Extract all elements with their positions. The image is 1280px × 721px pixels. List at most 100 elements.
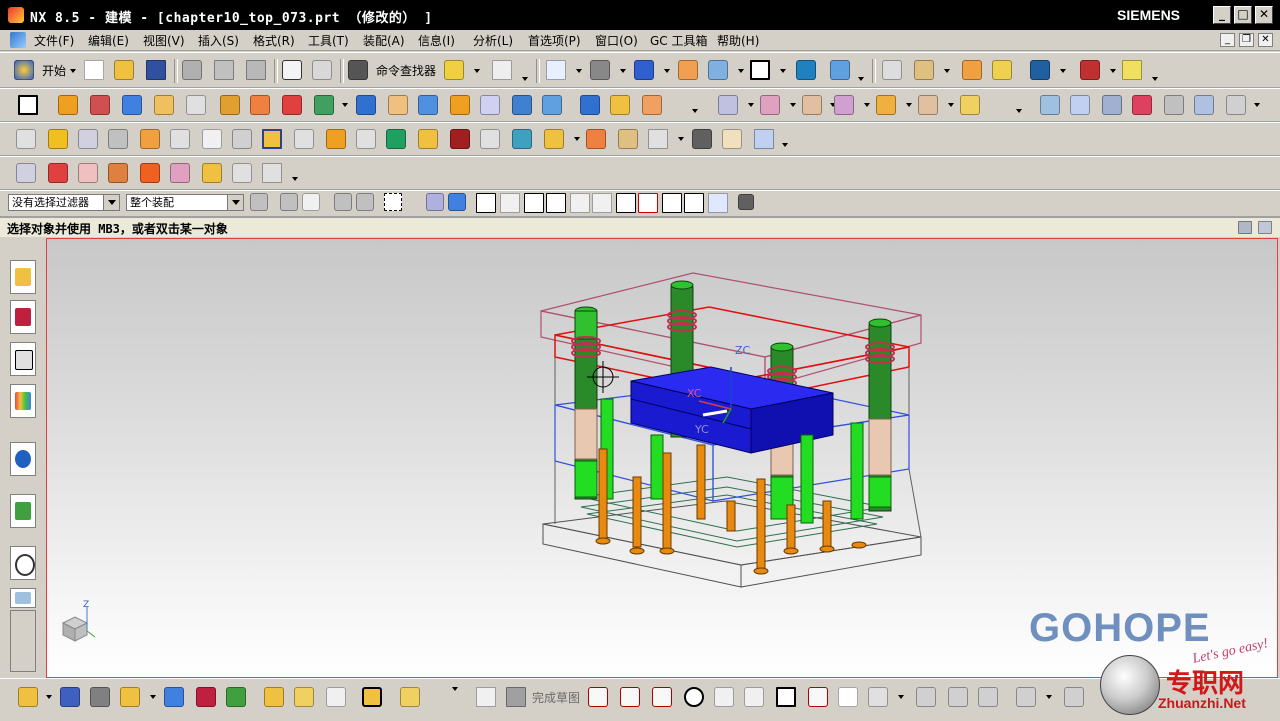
circle-icon[interactable] <box>684 687 704 707</box>
move-component-icon[interactable] <box>164 687 184 707</box>
view-manager-icon[interactable] <box>692 129 712 149</box>
shaded-view-icon[interactable] <box>590 60 610 80</box>
workpiece-icon[interactable] <box>140 129 160 149</box>
snap-arc-center-icon[interactable] <box>592 193 612 213</box>
cooling-icon[interactable] <box>512 129 532 149</box>
mold-csys-icon[interactable] <box>78 129 98 149</box>
sequence-icon[interactable] <box>294 687 314 707</box>
standard-part-icon[interactable] <box>294 129 314 149</box>
constraint-navigator-tab[interactable] <box>10 300 36 334</box>
synchronous-icon[interactable] <box>960 95 980 115</box>
mold-wizard-icon[interactable] <box>16 129 36 149</box>
profile-icon[interactable] <box>588 687 608 707</box>
redo-icon[interactable] <box>312 60 332 80</box>
draft-icon[interactable] <box>542 95 562 115</box>
doc-restore-button[interactable]: ❐ <box>1239 33 1254 47</box>
initialize-project-icon[interactable] <box>48 129 68 149</box>
hole-icon[interactable] <box>122 95 142 115</box>
menu-information[interactable]: 信息(I) <box>418 32 455 49</box>
sew-icon[interactable] <box>1132 95 1152 115</box>
resize-blend-icon[interactable] <box>918 95 938 115</box>
mold-base-icon[interactable] <box>262 129 282 149</box>
mirror-assembly-icon[interactable] <box>90 687 110 707</box>
extrude-icon[interactable] <box>58 95 78 115</box>
electrode-icon[interactable] <box>544 129 564 149</box>
minimize-button[interactable]: _ <box>1213 6 1231 24</box>
part-navigator-tab[interactable] <box>10 342 36 376</box>
unite-icon[interactable] <box>356 95 376 115</box>
groove-icon[interactable] <box>282 95 302 115</box>
type-filter-dropdown-icon[interactable] <box>103 195 119 210</box>
graphics-window[interactable]: ZC XC YC Z GOHOPE Let's go easy! <box>46 238 1278 678</box>
internet-explorer-tab[interactable] <box>10 442 36 476</box>
snap-intersection-icon[interactable] <box>570 193 590 213</box>
parting-surface-icon[interactable] <box>108 163 128 183</box>
binoculars-icon[interactable] <box>348 60 368 80</box>
clock-tab[interactable] <box>10 546 36 580</box>
extract-icon[interactable] <box>1194 95 1214 115</box>
fit-view-icon[interactable] <box>546 60 566 80</box>
check-clearance-icon[interactable] <box>362 687 382 707</box>
snap-existing-point-icon[interactable] <box>662 193 682 213</box>
snap-midpoint-icon[interactable] <box>524 193 544 213</box>
move-object-icon[interactable] <box>962 60 982 80</box>
selection-icon[interactable] <box>492 60 512 80</box>
display-box-icon[interactable] <box>750 60 770 80</box>
snap-point-on-curve-icon[interactable] <box>638 193 658 213</box>
sub-insert-icon[interactable] <box>418 129 438 149</box>
document-icon[interactable] <box>10 32 26 48</box>
grid-icon[interactable] <box>738 194 754 210</box>
orient-view-icon[interactable] <box>634 60 654 80</box>
component-select-icon[interactable] <box>334 193 352 211</box>
delete-face-icon[interactable] <box>802 95 822 115</box>
parting-line-icon[interactable] <box>16 163 36 183</box>
intersect-icon[interactable] <box>418 95 438 115</box>
pattern-feature-icon[interactable] <box>718 95 738 115</box>
snap-enable-icon[interactable] <box>476 193 496 213</box>
thicken-icon[interactable] <box>1164 95 1184 115</box>
select-body-icon[interactable] <box>426 193 444 211</box>
status-icon-1[interactable] <box>1238 221 1252 234</box>
make-corner-icon[interactable] <box>978 687 998 707</box>
feature-group-icon[interactable] <box>314 95 334 115</box>
quick-trim-icon[interactable] <box>916 687 936 707</box>
subtract-icon[interactable] <box>388 95 408 115</box>
play-icon[interactable] <box>1030 60 1050 80</box>
edit-section-icon[interactable] <box>796 60 816 80</box>
parting-navigator-icon[interactable] <box>262 163 282 183</box>
sketch-icon[interactable] <box>18 95 38 115</box>
revolve-icon[interactable] <box>90 95 110 115</box>
sketch-task-icon[interactable] <box>476 687 496 707</box>
system-materials-tab[interactable] <box>10 588 36 608</box>
history-tab[interactable] <box>10 494 36 528</box>
doc-minimize-button[interactable]: _ <box>1220 33 1235 47</box>
boss-icon[interactable] <box>154 95 174 115</box>
rectangle-select-icon[interactable] <box>384 193 402 211</box>
cast-process-icon[interactable] <box>722 129 742 149</box>
offset-curve-icon[interactable] <box>868 687 888 707</box>
mold-tools-icon[interactable] <box>232 129 252 149</box>
resource-scroll[interactable] <box>10 610 36 672</box>
ruler-icon[interactable] <box>1122 60 1142 80</box>
define-cavity-icon[interactable] <box>170 163 190 183</box>
show-degrees-icon[interactable] <box>226 687 246 707</box>
component-pattern-icon[interactable] <box>120 687 140 707</box>
dimension-icon[interactable] <box>1016 687 1036 707</box>
new-component-icon[interactable] <box>60 687 80 707</box>
wcs-icon[interactable] <box>830 60 850 80</box>
status-icon-2[interactable] <box>1258 221 1272 234</box>
family-mold-icon[interactable] <box>202 129 222 149</box>
drawing-icon[interactable] <box>648 129 668 149</box>
mold-drawing-icon[interactable] <box>754 129 774 149</box>
snap-control-icon[interactable] <box>546 193 566 213</box>
copy-icon[interactable] <box>214 60 234 80</box>
menu-edit[interactable]: 编辑(E) <box>88 32 129 49</box>
command-finder-button[interactable]: 命令查找器 <box>376 62 436 79</box>
touch-mode-icon[interactable] <box>444 60 464 80</box>
constraint-sketch-icon[interactable] <box>1064 687 1084 707</box>
runner-icon[interactable] <box>480 129 500 149</box>
background-icon[interactable] <box>678 60 698 80</box>
menu-format[interactable]: 格式(R) <box>253 32 295 49</box>
trim-ejector-icon[interactable] <box>356 129 376 149</box>
backup-parting-icon[interactable] <box>232 163 252 183</box>
